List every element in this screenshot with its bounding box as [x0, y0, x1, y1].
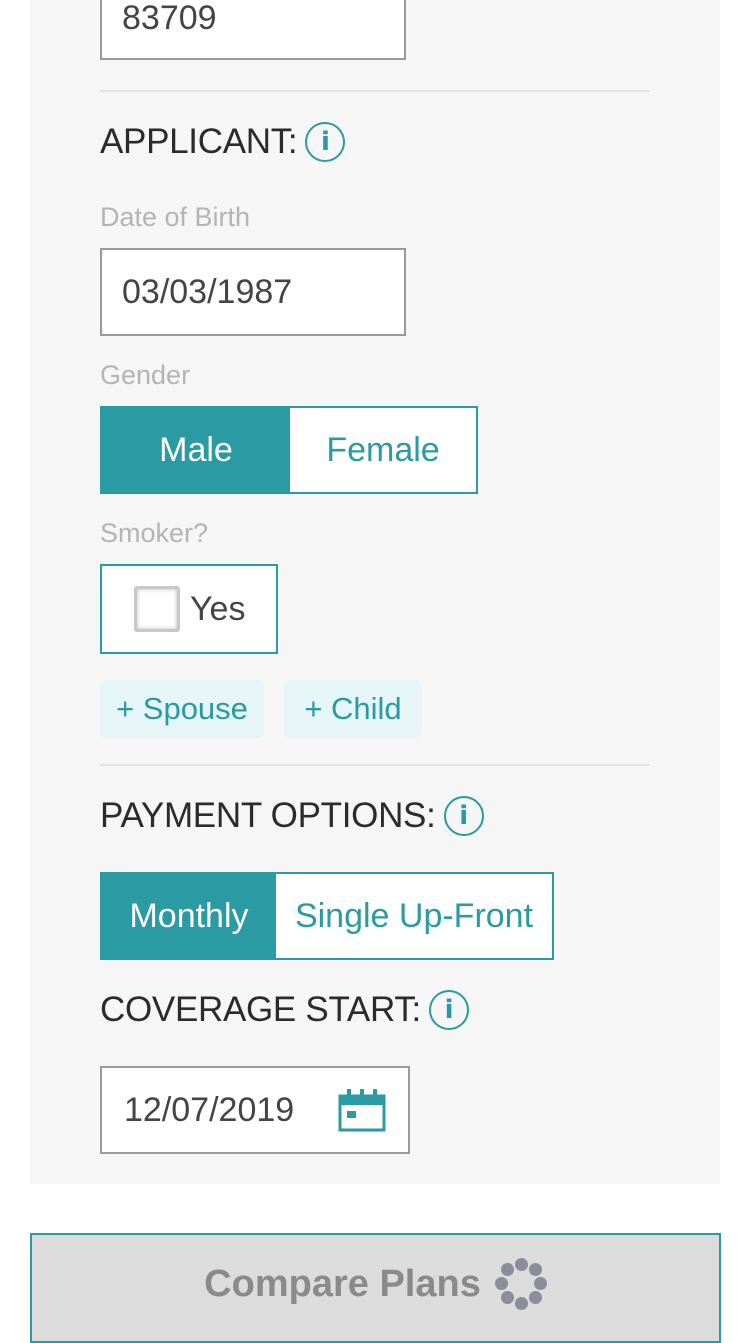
coverage-start-date-input[interactable]: 12/07/2019: [100, 1066, 410, 1154]
dob-input[interactable]: 03/03/1987: [100, 248, 406, 336]
coverage-start-date-value: 12/07/2019: [124, 1090, 295, 1129]
coverage-start-title: COVERAGE START:: [100, 990, 421, 1029]
applicant-heading: APPLICANT: i: [100, 122, 346, 162]
payment-options-heading: PAYMENT OPTIONS: i: [100, 796, 484, 836]
gender-toggle: Male Female: [100, 406, 478, 494]
dob-label: Date of Birth: [100, 202, 251, 232]
calendar-icon[interactable]: [338, 1088, 386, 1132]
payment-monthly-option[interactable]: Monthly: [102, 874, 276, 958]
smoker-label: Smoker?: [100, 518, 209, 548]
add-spouse-button[interactable]: + Spouse: [100, 680, 264, 738]
gender-label: Gender: [100, 360, 191, 390]
section-divider: [100, 90, 650, 92]
gender-female-option[interactable]: Female: [290, 408, 476, 492]
add-child-button[interactable]: + Child: [284, 680, 422, 738]
smoker-checkbox[interactable]: [134, 586, 180, 632]
loading-spinner-icon: [494, 1258, 547, 1310]
gender-male-option[interactable]: Male: [102, 408, 290, 492]
smoker-yes-label: Yes: [190, 589, 246, 628]
payment-options-title: PAYMENT OPTIONS:: [100, 796, 436, 835]
payment-single-upfront-option[interactable]: Single Up-Front: [276, 874, 552, 958]
coverage-info-icon[interactable]: i: [428, 990, 469, 1030]
coverage-start-heading: COVERAGE START: i: [100, 990, 469, 1030]
compare-plans-button[interactable]: Compare Plans: [30, 1233, 721, 1343]
applicant-info-icon[interactable]: i: [305, 122, 346, 162]
compare-plans-label: Compare Plans: [204, 1262, 481, 1305]
dob-value: 03/03/1987: [122, 272, 293, 311]
payment-toggle: Monthly Single Up-Front: [100, 872, 554, 960]
applicant-title: APPLICANT:: [100, 122, 298, 161]
section-divider: [100, 764, 650, 766]
smoker-checkbox-option[interactable]: Yes: [100, 564, 278, 654]
zip-code-value: 83709: [122, 0, 217, 37]
payment-info-icon[interactable]: i: [443, 796, 484, 836]
zip-code-input[interactable]: 83709: [100, 0, 406, 60]
